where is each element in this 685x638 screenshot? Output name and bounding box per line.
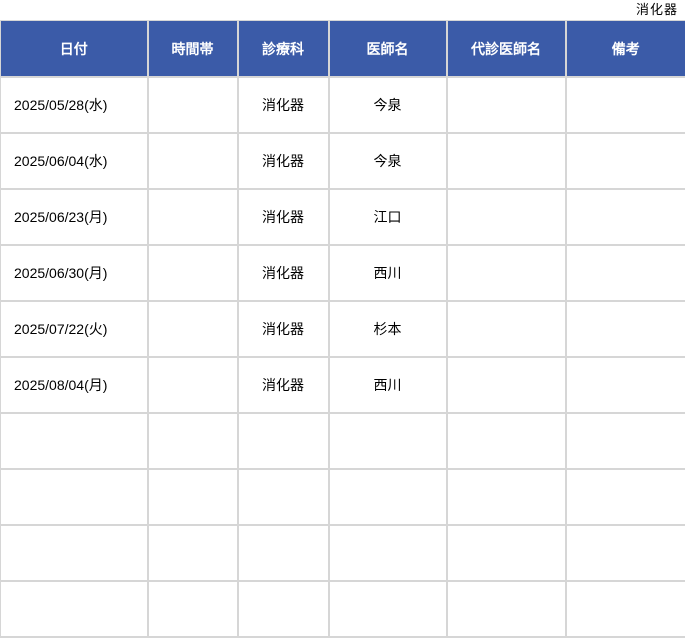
time-cell[interactable] bbox=[148, 357, 238, 413]
substitute-cell[interactable] bbox=[447, 133, 566, 189]
date-cell[interactable]: 2025/05/28(水) bbox=[1, 77, 148, 133]
column-header-date: 日付 bbox=[1, 21, 148, 78]
department-cell[interactable]: 消化器 bbox=[238, 133, 329, 189]
department-cell[interactable]: 消化器 bbox=[238, 301, 329, 357]
table-row bbox=[1, 581, 685, 637]
department-cell[interactable] bbox=[238, 525, 329, 581]
time-cell[interactable] bbox=[148, 133, 238, 189]
department-cell[interactable]: 消化器 bbox=[238, 357, 329, 413]
department-cell[interactable] bbox=[238, 469, 329, 525]
substitute-cell[interactable] bbox=[447, 245, 566, 301]
time-cell[interactable] bbox=[148, 245, 238, 301]
column-header-substitute: 代診医師名 bbox=[447, 21, 566, 78]
table-row: 2025/05/28(水) 消化器 今泉 bbox=[1, 77, 685, 133]
note-cell[interactable] bbox=[566, 77, 685, 133]
substitute-cell[interactable] bbox=[447, 581, 566, 637]
doctor-cell[interactable] bbox=[329, 413, 447, 469]
department-cell[interactable] bbox=[238, 581, 329, 637]
date-cell[interactable] bbox=[1, 581, 148, 637]
column-header-note: 備考 bbox=[566, 21, 685, 78]
date-cell[interactable]: 2025/07/22(火) bbox=[1, 301, 148, 357]
doctor-cell[interactable] bbox=[329, 581, 447, 637]
time-cell[interactable] bbox=[148, 525, 238, 581]
substitute-cell[interactable] bbox=[447, 77, 566, 133]
substitute-cell[interactable] bbox=[447, 301, 566, 357]
column-header-department: 診療科 bbox=[238, 21, 329, 78]
department-cell[interactable]: 消化器 bbox=[238, 245, 329, 301]
department-cell[interactable]: 消化器 bbox=[238, 77, 329, 133]
table-row bbox=[1, 413, 685, 469]
column-header-doctor: 医師名 bbox=[329, 21, 447, 78]
date-cell[interactable] bbox=[1, 469, 148, 525]
doctor-cell[interactable]: 杉本 bbox=[329, 301, 447, 357]
header-row: 日付 時間帯 診療科 医師名 代診医師名 備考 bbox=[1, 21, 685, 78]
substitute-cell[interactable] bbox=[447, 357, 566, 413]
table-row bbox=[1, 525, 685, 581]
date-cell[interactable]: 2025/06/04(水) bbox=[1, 133, 148, 189]
substitute-cell[interactable] bbox=[447, 413, 566, 469]
date-cell[interactable] bbox=[1, 413, 148, 469]
date-cell[interactable] bbox=[1, 525, 148, 581]
table-row: 2025/06/23(月) 消化器 江口 bbox=[1, 189, 685, 245]
table-row: 2025/07/22(火) 消化器 杉本 bbox=[1, 301, 685, 357]
note-cell[interactable] bbox=[566, 301, 685, 357]
doctor-cell[interactable]: 江口 bbox=[329, 189, 447, 245]
note-cell[interactable] bbox=[566, 581, 685, 637]
table-row bbox=[1, 469, 685, 525]
doctor-cell[interactable] bbox=[329, 469, 447, 525]
date-cell[interactable]: 2025/06/30(月) bbox=[1, 245, 148, 301]
note-cell[interactable] bbox=[566, 133, 685, 189]
substitute-cell[interactable] bbox=[447, 469, 566, 525]
substitute-cell[interactable] bbox=[447, 525, 566, 581]
department-cell[interactable]: 消化器 bbox=[238, 189, 329, 245]
table-row: 2025/08/04(月) 消化器 西川 bbox=[1, 357, 685, 413]
doctor-cell[interactable]: 西川 bbox=[329, 245, 447, 301]
note-cell[interactable] bbox=[566, 189, 685, 245]
note-cell[interactable] bbox=[566, 413, 685, 469]
schedule-table: 日付 時間帯 診療科 医師名 代診医師名 備考 2025/05/28(水) 消化… bbox=[0, 20, 685, 638]
date-cell[interactable]: 2025/08/04(月) bbox=[1, 357, 148, 413]
column-header-time: 時間帯 bbox=[148, 21, 238, 78]
time-cell[interactable] bbox=[148, 469, 238, 525]
table-row: 2025/06/04(水) 消化器 今泉 bbox=[1, 133, 685, 189]
substitute-cell[interactable] bbox=[447, 189, 566, 245]
time-cell[interactable] bbox=[148, 581, 238, 637]
time-cell[interactable] bbox=[148, 77, 238, 133]
department-cell[interactable] bbox=[238, 413, 329, 469]
department-label: 消化器 bbox=[636, 3, 678, 19]
note-cell[interactable] bbox=[566, 469, 685, 525]
date-cell[interactable]: 2025/06/23(月) bbox=[1, 189, 148, 245]
time-cell[interactable] bbox=[148, 301, 238, 357]
note-cell[interactable] bbox=[566, 525, 685, 581]
doctor-cell[interactable] bbox=[329, 525, 447, 581]
time-cell[interactable] bbox=[148, 413, 238, 469]
table-row: 2025/06/30(月) 消化器 西川 bbox=[1, 245, 685, 301]
doctor-cell[interactable]: 今泉 bbox=[329, 133, 447, 189]
note-cell[interactable] bbox=[566, 245, 685, 301]
doctor-cell[interactable]: 今泉 bbox=[329, 77, 447, 133]
doctor-cell[interactable]: 西川 bbox=[329, 357, 447, 413]
note-cell[interactable] bbox=[566, 357, 685, 413]
time-cell[interactable] bbox=[148, 189, 238, 245]
